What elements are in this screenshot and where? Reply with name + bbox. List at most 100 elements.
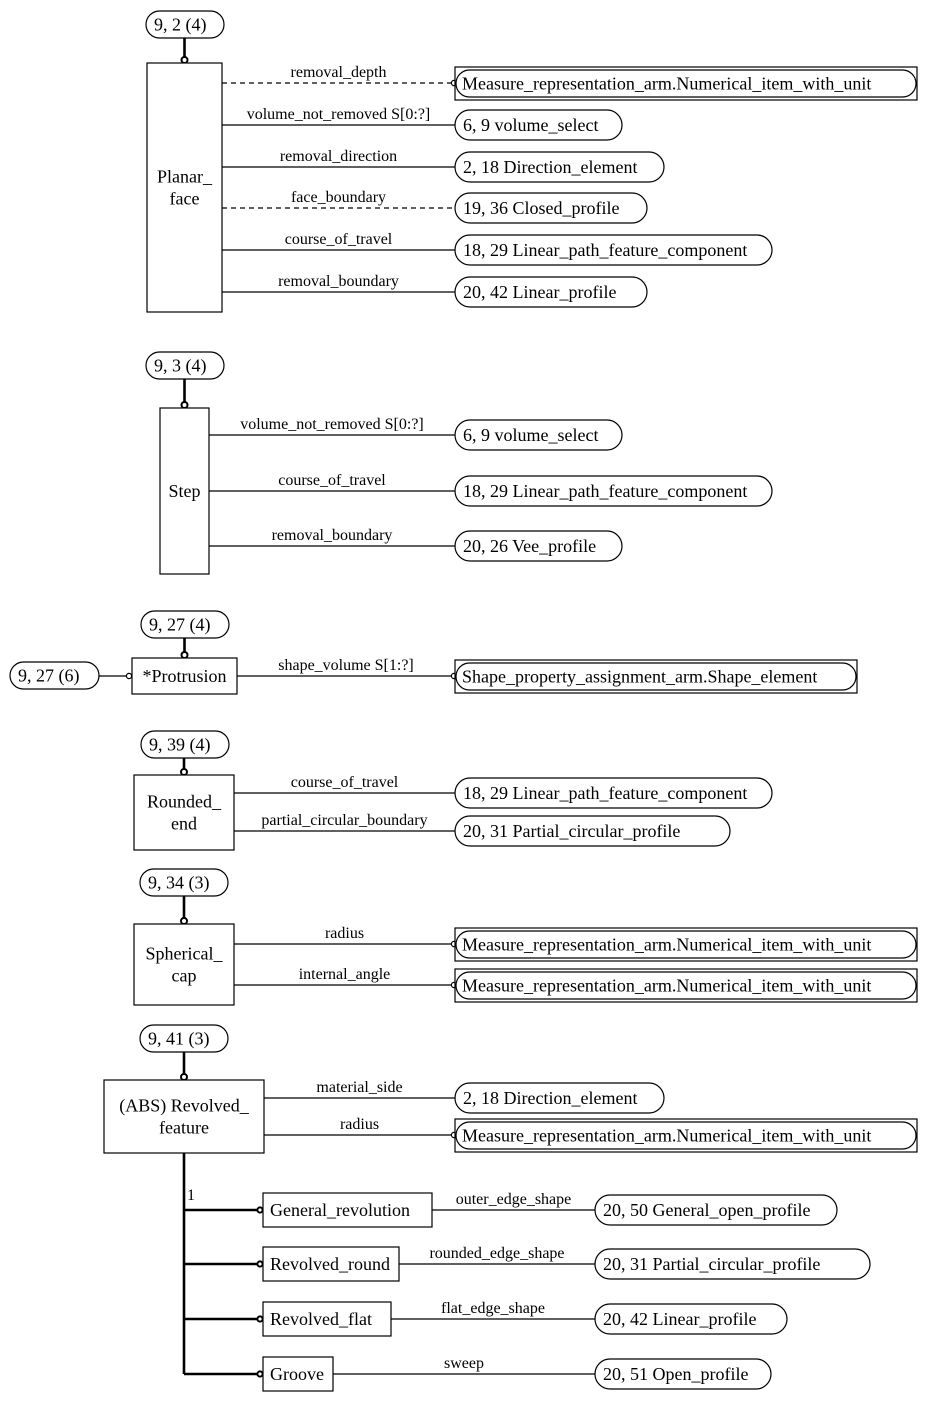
attribute-target-1[interactable]: 18, 29 Linear_path_feature_component [454, 475, 773, 507]
page-reference-planar_face[interactable]: 9, 2 (4) [145, 10, 225, 39]
attribute-label: material_side [316, 1079, 402, 1096]
entity-name-line: Rounded_ [147, 792, 222, 812]
external-target-0-label: Measure_representation_arm.Numerical_ite… [462, 935, 871, 955]
subtype-end-circle-icon [256, 1370, 264, 1378]
page-reference-revolved_feature-label: 9, 41 (3) [148, 1029, 210, 1050]
entity-name-line: *Protrusion [142, 666, 226, 686]
subtype-target-0-label: 20, 50 General_open_profile [603, 1200, 810, 1220]
attribute-target-1-label: 20, 31 Partial_circular_profile [463, 821, 680, 841]
external-target-0[interactable]: Shape_property_assignment_arm.Shape_elem… [454, 659, 858, 694]
page-reference-step-label: 9, 3 (4) [154, 356, 207, 377]
subtype-target-3[interactable]: 20, 51 Open_profile [594, 1358, 772, 1390]
subtype-target-2[interactable]: 20, 42 Linear_profile [594, 1303, 788, 1335]
subtype-end-circle-icon [256, 1206, 264, 1214]
subtype-name: Groove [270, 1364, 324, 1384]
page-reference-protrusion-label: 9, 27 (4) [149, 615, 211, 636]
attribute-target-2-label: 2, 18 Direction_element [463, 157, 637, 177]
subtype-name: Revolved_flat [270, 1309, 372, 1329]
attribute-target-0[interactable]: 18, 29 Linear_path_feature_component [454, 777, 773, 809]
supertype-end-circle-icon [180, 651, 189, 659]
page-reference-step[interactable]: 9, 3 (4) [145, 351, 225, 380]
entity-box [103, 1079, 265, 1154]
entity-name-line: feature [159, 1118, 209, 1138]
attribute-label: flat_edge_shape [441, 1300, 545, 1317]
attribute-target-2[interactable]: 2, 18 Direction_element [454, 151, 665, 183]
attribute-target-1[interactable]: 20, 31 Partial_circular_profile [454, 815, 731, 847]
entity-name-line: Planar_ [157, 167, 213, 187]
page-reference-planar_face-label: 9, 2 (4) [154, 15, 207, 36]
entity-rounded_end[interactable]: Rounded_end [133, 774, 235, 851]
attribute-label: radius [325, 925, 364, 942]
attribute-label: rounded_edge_shape [429, 1245, 564, 1262]
attribute-target-1-label: 6, 9 volume_select [463, 115, 598, 135]
relationship-end-circle-icon [125, 672, 133, 680]
subtype-cardinality: 1 [187, 1187, 195, 1204]
page-reference-rounded_end[interactable]: 9, 39 (4) [140, 730, 230, 759]
attribute-label: volume_not_removed S[0:?] [240, 416, 424, 433]
entity-name-line: Spherical_ [146, 944, 224, 964]
entity-name-line: (ABS) Revolved_ [119, 1096, 249, 1117]
page-reference-spherical_cap[interactable]: 9, 34 (3) [139, 868, 229, 897]
external-target-0[interactable]: Measure_representation_arm.Numerical_ite… [454, 66, 918, 101]
subtype-end-circle-icon [256, 1315, 264, 1323]
attribute-target-0-label: 18, 29 Linear_path_feature_component [463, 783, 747, 803]
subtype-general_revolution[interactable]: General_revolution [262, 1192, 433, 1228]
subtype-target-0[interactable]: 20, 50 General_open_profile [594, 1194, 838, 1226]
attribute-label: course_of_travel [291, 774, 399, 791]
attribute-target-2[interactable]: 20, 26 Vee_profile [454, 530, 623, 562]
subtype-revolved_flat[interactable]: Revolved_flat [262, 1301, 392, 1337]
attribute-label: face_boundary [291, 189, 386, 206]
attribute-target-5[interactable]: 20, 42 Linear_profile [454, 276, 648, 308]
attribute-label: course_of_travel [285, 231, 393, 248]
attribute-target-5-label: 20, 42 Linear_profile [463, 282, 616, 302]
attribute-target-4[interactable]: 18, 29 Linear_path_feature_component [454, 234, 773, 266]
attribute-label: shape_volume S[1:?] [278, 657, 414, 674]
attribute-target-0-label: 2, 18 Direction_element [463, 1088, 637, 1108]
attribute-label: course_of_travel [278, 472, 386, 489]
attribute-target-0[interactable]: 6, 9 volume_select [454, 419, 623, 451]
attribute-label: volume_not_removed S[0:?] [247, 106, 431, 123]
page-reference-revolved_feature[interactable]: 9, 41 (3) [139, 1024, 229, 1053]
external-target-1-label: Measure_representation_arm.Numerical_ite… [462, 976, 871, 996]
attribute-label: removal_boundary [272, 527, 393, 544]
attribute-target-1-label: 18, 29 Linear_path_feature_component [463, 481, 747, 501]
entity-box [133, 774, 235, 851]
entity-planar_face[interactable]: Planar_face [146, 62, 223, 313]
attribute-target-2-label: 20, 26 Vee_profile [463, 536, 596, 556]
entity-protrusion[interactable]: *Protrusion [131, 657, 238, 695]
external-target-0[interactable]: Measure_representation_arm.Numerical_ite… [454, 927, 918, 962]
incoming-reference-protrusion[interactable]: 9, 27 (6) [9, 661, 100, 690]
attribute-label: removal_boundary [278, 273, 399, 290]
attribute-target-3[interactable]: 19, 36 Closed_profile [454, 192, 648, 224]
attribute-label: sweep [444, 1355, 484, 1372]
external-target-1-label: Measure_representation_arm.Numerical_ite… [462, 1126, 871, 1146]
subtype-target-1[interactable]: 20, 31 Partial_circular_profile [594, 1248, 871, 1280]
incoming-reference-protrusion-label: 9, 27 (6) [18, 666, 80, 687]
external-target-0-label: Shape_property_assignment_arm.Shape_elem… [462, 667, 817, 687]
attribute-target-1[interactable]: 6, 9 volume_select [454, 109, 623, 141]
attribute-label: partial_circular_boundary [261, 812, 427, 829]
page-reference-protrusion[interactable]: 9, 27 (4) [140, 610, 230, 639]
supertype-end-circle-icon [180, 1073, 188, 1081]
attribute-label: removal_depth [291, 64, 387, 81]
subtype-target-1-label: 20, 31 Partial_circular_profile [603, 1254, 820, 1274]
page-reference-rounded_end-label: 9, 39 (4) [149, 735, 211, 756]
external-target-1[interactable]: Measure_representation_arm.Numerical_ite… [454, 968, 918, 1003]
attribute-target-0[interactable]: 2, 18 Direction_element [454, 1082, 665, 1114]
attribute-target-0-label: 6, 9 volume_select [463, 425, 598, 445]
attribute-label: radius [340, 1116, 379, 1133]
subtype-revolved_round[interactable]: Revolved_round [262, 1246, 400, 1282]
entity-name-line: end [171, 814, 197, 834]
supertype-end-circle-icon [180, 768, 188, 776]
external-target-1[interactable]: Measure_representation_arm.Numerical_ite… [454, 1118, 918, 1153]
subtype-groove[interactable]: Groove [262, 1356, 334, 1392]
subtype-name: Revolved_round [270, 1254, 390, 1274]
entity-step[interactable]: Step [159, 407, 210, 575]
entity-name-line: Step [168, 481, 200, 501]
entity-spherical_cap[interactable]: Spherical_cap [133, 923, 235, 1006]
subtype-end-circle-icon [256, 1260, 264, 1268]
attribute-label: removal_direction [280, 148, 397, 165]
subtype-target-2-label: 20, 42 Linear_profile [603, 1309, 756, 1329]
entity-revolved_feature[interactable]: (ABS) Revolved_feature [103, 1079, 265, 1154]
entity-box [133, 923, 235, 1006]
